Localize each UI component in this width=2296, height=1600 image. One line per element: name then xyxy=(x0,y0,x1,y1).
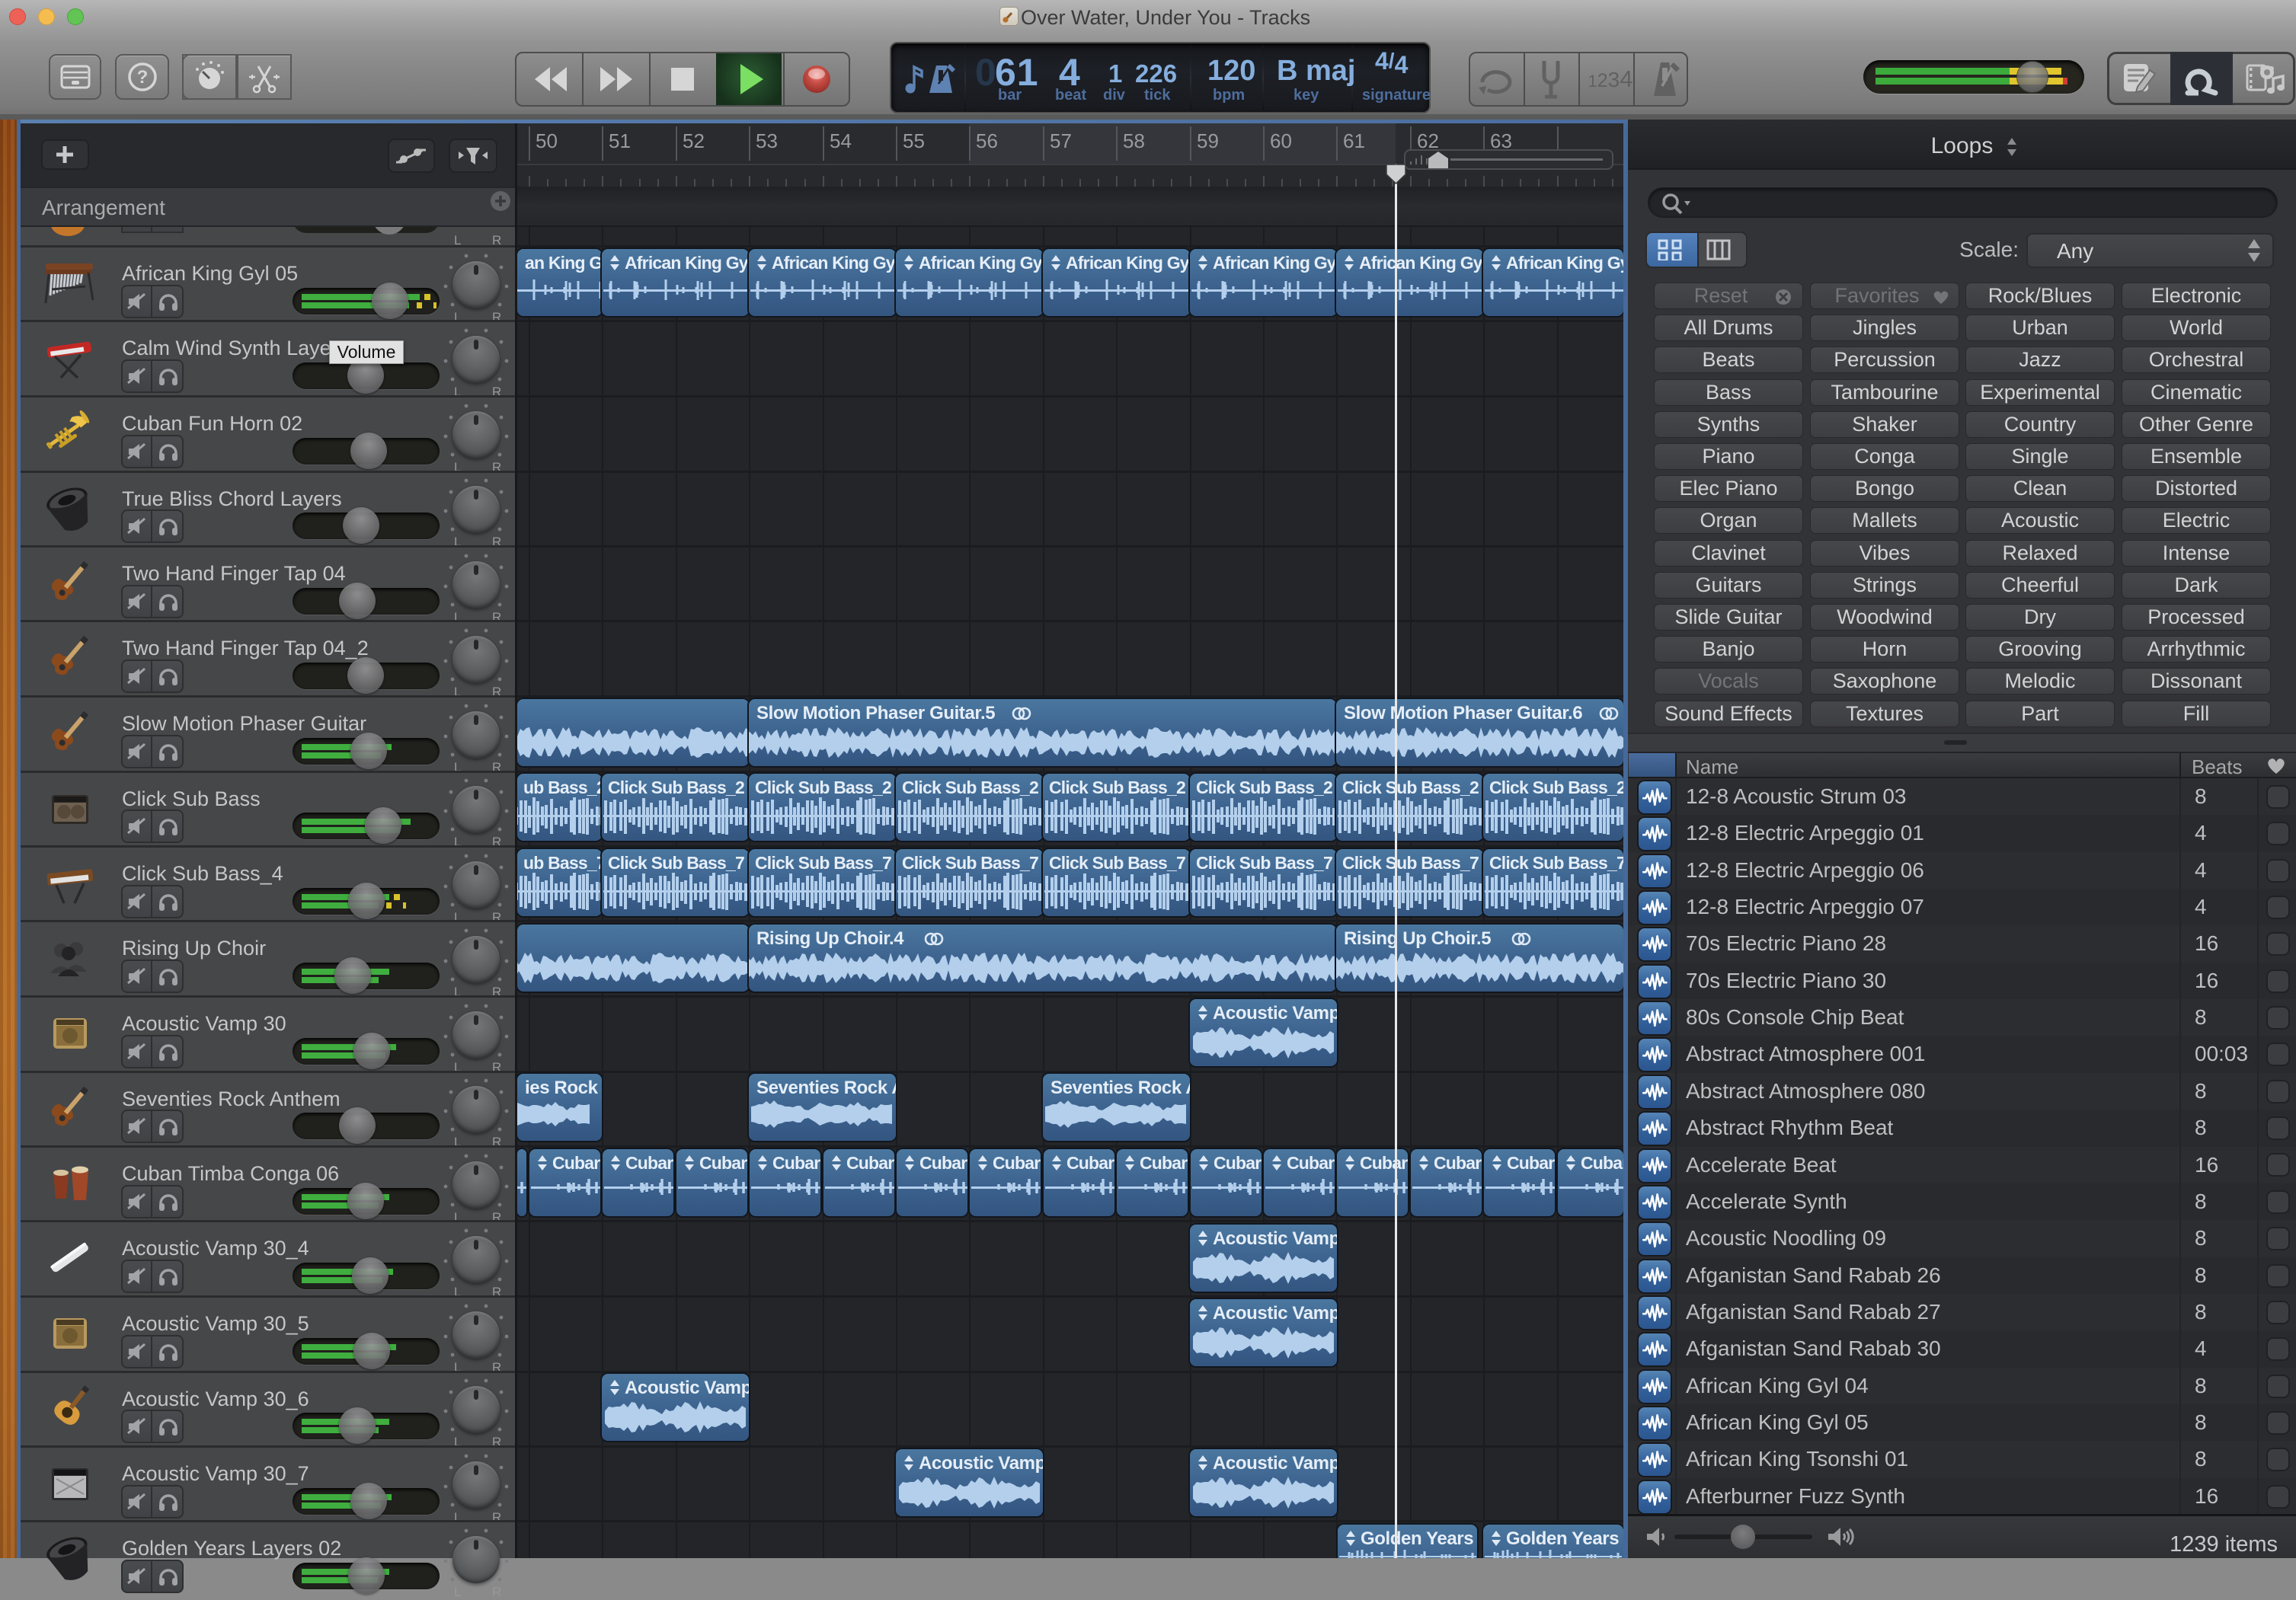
svg-text:?: ? xyxy=(136,67,148,88)
